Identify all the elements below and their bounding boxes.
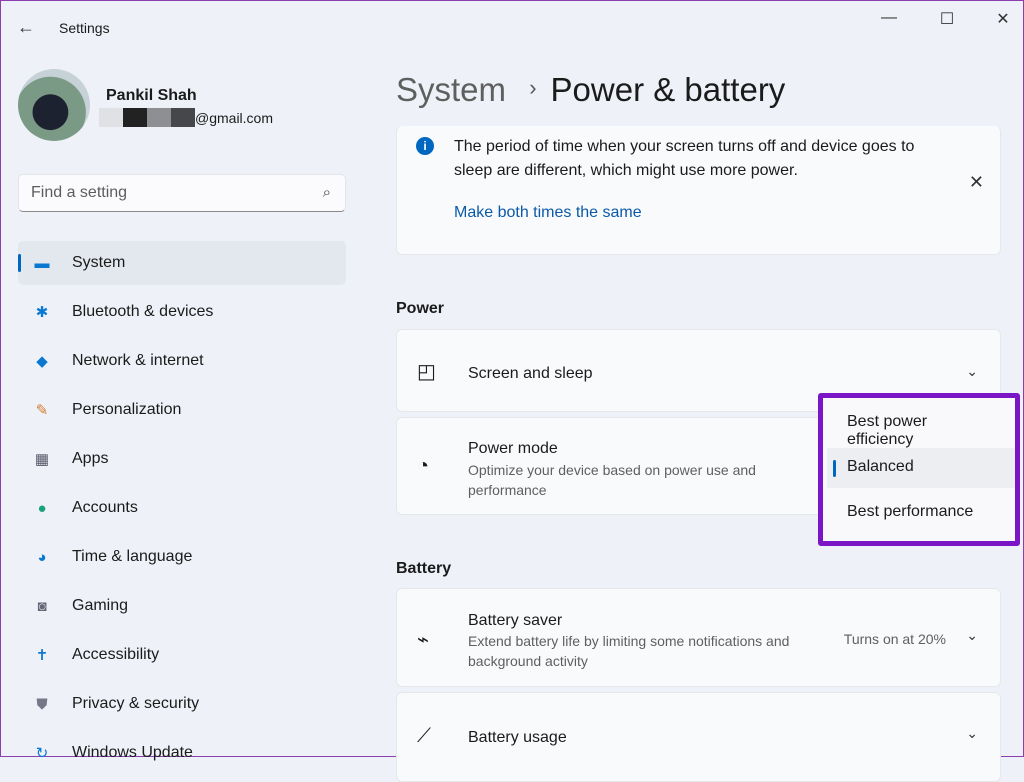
user-email: @gmail.com [99, 108, 273, 127]
power-section-header: Power [396, 300, 445, 317]
monitor-icon: ▬ [34, 254, 50, 272]
globe-clock-icon: ◕ [37, 548, 47, 566]
search-icon: ⌕ [322, 184, 331, 201]
battery-usage-row[interactable]: ⟋ Battery usage ⌄ [396, 692, 1001, 782]
sidebar-item-label: Personalization [72, 401, 182, 418]
sidebar-item-network[interactable]: ◆ Network & internet [18, 339, 346, 383]
battery-saver-status: Turns on at 20% [843, 631, 946, 647]
power-mode-description: Optimize your device based on power use … [468, 462, 756, 498]
breadcrumb-system[interactable]: System [396, 71, 506, 108]
sidebar-item-personalization[interactable]: ✎ Personalization [18, 388, 346, 432]
info-text: The period of time when your screen turn… [454, 138, 915, 179]
gauge-icon: ◔ [417, 455, 430, 477]
sidebar-item-label: Network & internet [72, 352, 204, 369]
window-title: Settings [59, 20, 110, 36]
accessibility-icon: ✝ [35, 647, 49, 664]
avatar[interactable] [18, 69, 90, 141]
sidebar-item-label: Accounts [72, 499, 138, 516]
close-button[interactable]: ✕ [991, 9, 1015, 29]
option-balanced[interactable]: Balanced [827, 448, 1015, 488]
info-banner: i The period of time when your screen tu… [396, 126, 1001, 255]
bluetooth-icon: ✱ [35, 304, 49, 321]
battery-section-header: Battery [396, 560, 452, 577]
chart-icon: ⟋ [417, 725, 431, 747]
wifi-icon: ◆ [36, 353, 48, 370]
email-text: @gmail.com [195, 109, 274, 126]
sidebar-item-system[interactable]: ▬ System [18, 241, 346, 285]
update-icon: ↻ [35, 745, 49, 762]
breadcrumb: System › Power & battery [396, 71, 785, 109]
chevron-down-icon[interactable]: ⌄ [966, 725, 978, 742]
dismiss-icon[interactable]: ✕ [969, 172, 984, 193]
power-mode-dropdown[interactable]: Best power efficiency Balanced Best perf… [818, 393, 1020, 546]
battery-saver-icon: ⌁ [417, 629, 430, 651]
chevron-down-icon[interactable]: ⌄ [966, 627, 978, 644]
sidebar-item-label: Windows Update [72, 744, 193, 761]
power-mode-label: Power mode [468, 440, 558, 457]
sidebar-item-label: Privacy & security [72, 695, 200, 712]
person-icon: ● [37, 499, 47, 517]
info-icon: i [416, 137, 434, 155]
battery-saver-description: Extend battery life by limiting some not… [468, 633, 790, 669]
shield-icon: ⛊ [36, 695, 48, 713]
gamepad-icon: ◙ [37, 597, 47, 615]
sidebar-item-label: Bluetooth & devices [72, 303, 214, 320]
sidebar-item-accessibility[interactable]: ✝ Accessibility [18, 633, 346, 677]
sidebar-item-label: Gaming [72, 597, 129, 614]
sidebar-item-label: Accessibility [72, 646, 160, 663]
user-name: Pankil Shah [106, 87, 197, 104]
screen-sleep-label: Screen and sleep [468, 365, 593, 382]
screen-sleep-icon: ◰ [417, 361, 436, 383]
back-button[interactable]: ← [17, 17, 35, 38]
search-placeholder: Find a setting [31, 184, 128, 201]
sidebar-item-gaming[interactable]: ◙ Gaming [18, 584, 346, 628]
make-times-same-link[interactable]: Make both times the same [454, 204, 642, 222]
battery-saver-row[interactable]: ⌁ Battery saver Extend battery life by l… [396, 588, 1001, 687]
option-best-performance[interactable]: Best performance [827, 493, 1015, 533]
page-title: Power & battery [550, 71, 786, 108]
maximize-button[interactable]: ☐ [935, 9, 959, 29]
battery-usage-label: Battery usage [468, 729, 567, 746]
sidebar-item-label: System [72, 254, 126, 271]
battery-saver-label: Battery saver [468, 612, 563, 629]
minimize-button[interactable]: — [877, 9, 901, 27]
sidebar-item-label: Time & language [72, 548, 193, 565]
sidebar-item-accounts[interactable]: ● Accounts [18, 486, 346, 530]
sidebar-item-time-language[interactable]: ◕ Time & language [18, 535, 346, 579]
sidebar-item-label: Apps [72, 450, 109, 467]
sidebar-item-apps[interactable]: ▦ Apps [18, 437, 346, 481]
sidebar-item-privacy[interactable]: ⛊ Privacy & security [18, 682, 346, 726]
search-input[interactable]: Find a setting ⌕ [18, 174, 346, 212]
chevron-down-icon[interactable]: ⌄ [966, 363, 978, 380]
apps-icon: ▦ [34, 451, 50, 468]
brush-icon: ✎ [35, 402, 49, 419]
sidebar-item-windows-update[interactable]: ↻ Windows Update [18, 731, 346, 775]
sidebar-item-bluetooth[interactable]: ✱ Bluetooth & devices [18, 290, 346, 334]
breadcrumb-separator: › [529, 75, 537, 100]
option-best-power-efficiency[interactable]: Best power efficiency [827, 403, 1015, 448]
